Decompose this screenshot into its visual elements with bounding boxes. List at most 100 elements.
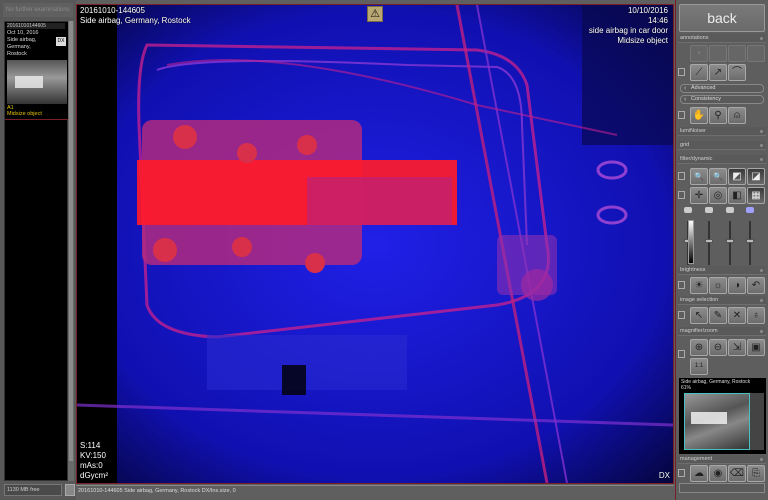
xray-viewer[interactable]: ⚠ 20161010-144605 Side airbag, Germany, … [76,4,674,484]
crosshair-tool[interactable]: ✛ [690,187,708,204]
eraser-icon: ⌫ [729,468,745,479]
blank-tool[interactable] [709,45,727,62]
section-label: lumiNoiser [680,128,706,134]
exam-id: 20161010144605 [7,23,65,29]
exam-thumbnail[interactable]: 20161010144605 Oct 10, 2016 Side airbag,… [5,22,69,120]
probe-icon: ⍝ [734,110,740,121]
slider-knob[interactable] [746,239,754,243]
probe-tool[interactable]: ⍝ [728,107,746,124]
magnify-filter-2-tool[interactable]: 🔍 [709,168,727,185]
navigator-thumbnail[interactable]: Side airbag, Germany, Rostock 61% [679,378,766,454]
pen-tool[interactable]: ✎ [709,307,727,324]
delete-tool[interactable]: ✕ [728,307,746,324]
section-management[interactable]: management [678,455,766,464]
apple-tool[interactable]: ♁ [747,307,765,324]
mount-bolt [153,238,177,262]
section-annotations[interactable]: annotations [678,34,766,43]
contrast-filter-tool[interactable]: ◩ [728,168,746,185]
color-mode-tool[interactable]: ◑ [728,277,746,294]
magnify-filter-2-icon: 🔍 [713,172,723,181]
row-toggle[interactable] [678,281,685,289]
warning-button[interactable]: ⚠ [367,6,383,22]
section-image-selection[interactable]: image selection [678,296,766,305]
zoom-in-tool[interactable]: ⊕ [690,339,708,356]
exam-caption: A1 Midsize object [7,105,42,117]
section-label: grid [680,142,690,148]
measure-line-tool[interactable]: ⟋ [690,64,708,81]
blank-tool[interactable] [728,45,746,62]
brightness-tools-row: ☀ ☼ ◑ ↶ [678,276,766,294]
eraser-tool[interactable]: ⌫ [728,465,746,482]
hand-tool[interactable]: ✋ [690,107,708,124]
sun-icon [726,207,734,213]
magnify-filter-tool[interactable]: 🔍 [690,168,708,185]
row-toggle[interactable] [678,311,685,319]
measure-line-icon: ⟋ [695,67,703,78]
slider-knob[interactable] [705,239,713,243]
saturation-slider[interactable] [744,207,756,265]
overlay-exposure-info: S:114 KV:150 mAs:0 dGycm² [80,441,108,480]
exam-thumbnail-list: 20161010144605 Oct 10, 2016 Side airbag,… [4,21,69,481]
undo-tool[interactable]: ↶ [747,277,765,294]
arc-tool[interactable]: ⌒ [728,64,746,81]
cloud-tool[interactable]: ☁ [690,465,708,482]
exam-meta: Oct 10, 2016 Side airbag, Germany, Rosto… [7,30,39,57]
navigator-viewport[interactable] [684,393,750,450]
storage-button[interactable] [65,484,75,496]
point-tool[interactable]: • [690,45,708,62]
body-tool[interactable]: ⚲ [709,107,727,124]
pointer-tool[interactable]: ↖ [690,307,708,324]
overlay-exam-info: 20161010-144605 Side airbag, Germany, Ro… [80,6,191,25]
advanced-dropdown[interactable]: Advanced [680,84,764,93]
zoom-tools-row-1: ⊕ ⊖ ⇲ ▣ [678,338,766,358]
brightness-up-tool[interactable]: ☀ [690,277,708,294]
grid-pattern-icon: ▦ [751,190,761,201]
consistency-dropdown[interactable]: Consistency [680,95,764,104]
fullscreen-tool[interactable]: ▣ [747,339,765,356]
brightness-down-icon: ☼ [713,280,723,291]
row-toggle[interactable] [678,469,685,477]
arrow-line-tool[interactable]: ↗ [709,64,727,81]
app-window: No further examinations 20161010144605 O… [0,0,768,500]
zoom-1to1-tool[interactable]: 1:1 [690,358,708,375]
blank-tool[interactable] [747,45,765,62]
exam-list-scrollbar[interactable] [68,21,74,481]
row-toggle[interactable] [678,191,685,199]
crosshair-icon: ✛ [694,190,704,201]
invert-tool[interactable]: ◧ [728,187,746,204]
brightness-down-tool[interactable]: ☼ [709,277,727,294]
mount-bolt [173,125,197,149]
scrollbar-thumb[interactable] [69,21,73,461]
circle-filter-tool[interactable]: ◎ [709,187,727,204]
export-tool[interactable]: ⎘ [747,465,765,482]
slider-knob[interactable] [726,239,734,243]
cloud-icon: ☁ [694,468,704,479]
mount-bolt [305,253,325,273]
section-luminoiser[interactable]: lumiNoiser [678,127,766,136]
section-label: image selection [680,297,719,303]
section-grid[interactable]: grid [678,141,766,150]
zoom-out-tool[interactable]: ⊖ [709,339,727,356]
burn-disc-tool[interactable]: ◉ [709,465,727,482]
zoom-fit-icon: ⇲ [732,342,742,353]
section-magnifier-zoom[interactable]: magnifier/zoom [678,327,766,336]
section-brightness[interactable]: brightness [678,266,766,275]
row-toggle[interactable] [678,111,685,119]
navigator-image-edge [750,393,764,450]
back-button[interactable]: back [679,4,765,32]
section-filter-dynamic[interactable]: filter/dynamic [678,155,766,164]
edge-filter-icon: ◪ [751,171,761,182]
zoom-in-icon: ⊕ [694,342,704,353]
burn-disc-icon: ◉ [713,468,723,479]
point-icon: • [697,48,701,59]
contrast-slider[interactable] [703,207,715,265]
section-label: brightness [680,267,706,273]
brightness-slider[interactable] [724,207,736,265]
row-toggle[interactable] [678,68,685,76]
zoom-fit-tool[interactable]: ⇲ [728,339,746,356]
section-label: magnifier/zoom [680,328,718,334]
latch-gear [521,269,553,301]
grid-pattern-tool[interactable]: ▦ [747,187,765,204]
row-toggle[interactable] [678,172,685,180]
edge-filter-tool[interactable]: ◪ [747,168,765,185]
